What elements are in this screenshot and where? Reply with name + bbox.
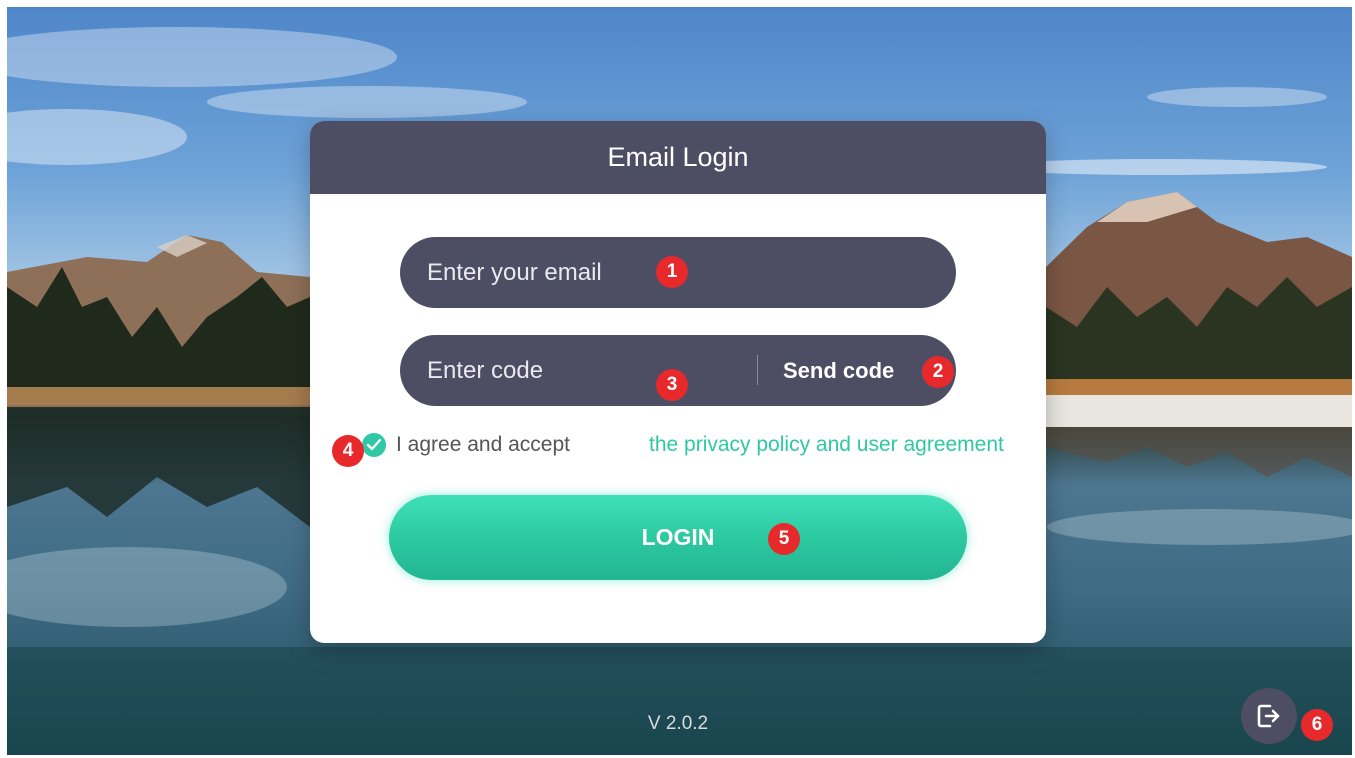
email-login-card: Email Login Enter your email 1 Enter cod… [310,121,1046,643]
annotation-badge-1: 1 [656,256,688,288]
exit-icon [1257,704,1280,728]
login-button[interactable]: LOGIN [389,495,967,580]
version-label: V 2.0.2 [647,713,709,734]
check-icon [366,438,382,451]
exit-button[interactable] [1241,688,1297,744]
login-screen: Email Login Enter your email 1 Enter cod… [7,7,1352,755]
privacy-policy-link[interactable]: the privacy policy and user agreement [649,430,1004,460]
annotation-badge-5: 5 [768,523,800,555]
annotation-badge-6: 6 [1301,709,1333,741]
card-title: Email Login [310,121,1046,194]
annotation-badge-2: 2 [922,356,954,388]
annotation-badge-3: 3 [656,369,688,401]
agree-checkbox[interactable] [362,433,386,457]
agree-text: I agree and accept [396,433,570,456]
send-code-button[interactable]: Send code [783,335,894,406]
email-placeholder: Enter your email [427,259,602,286]
code-placeholder: Enter code [427,357,544,384]
field-divider [757,355,758,385]
annotation-badge-4: 4 [332,435,364,467]
